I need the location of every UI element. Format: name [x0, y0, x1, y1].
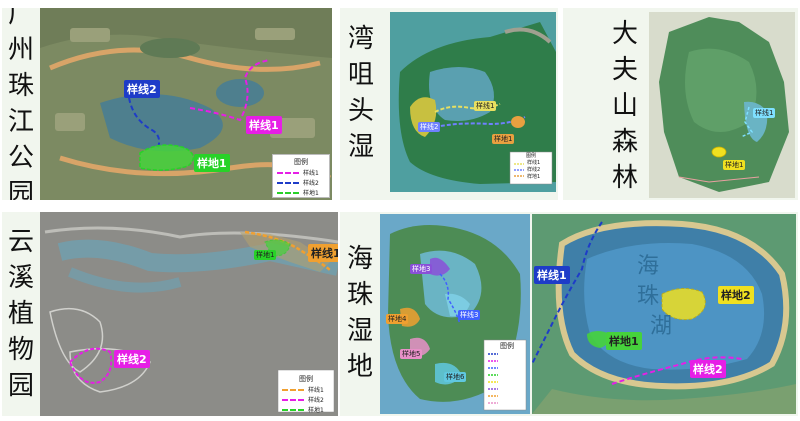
- legend-item: 样线1: [277, 168, 325, 177]
- plot1-label: 样地1: [194, 154, 230, 172]
- route1-label: 样线1: [474, 101, 497, 111]
- title-char: 大: [611, 19, 638, 49]
- title-char: 物: [7, 335, 34, 365]
- title-char: 海: [346, 244, 373, 274]
- title-char: 珠: [7, 71, 34, 101]
- plot1-label: 样地1: [606, 332, 642, 350]
- title-char: 湿: [346, 316, 373, 346]
- route1-label: 样线1: [534, 266, 570, 284]
- title-char: 珠: [346, 280, 373, 310]
- title-char: 湾: [347, 24, 374, 54]
- plot5-label: 样地5: [400, 349, 423, 359]
- wanjutou-panel: 湾 咀 头 湿 样线1 样线2 样地1 图例 样线1 样线2 样地1: [340, 8, 558, 200]
- legend-title: 图例: [299, 375, 313, 383]
- haizhu-panel: 海 珠 湿 地 样地3 样线3 样地4 样地5 样地6 图例 海 珠 湖 样线1…: [340, 212, 798, 416]
- plot6-label: 样地6: [444, 372, 467, 382]
- title-char: 广: [7, 8, 34, 29]
- dafushan-title: 大 夫 山 森 林: [605, 16, 645, 196]
- title-char: 园: [7, 371, 34, 401]
- guangzhou-legend: 图例 样线1 样线2 样地1: [272, 154, 330, 198]
- title-char: 云: [7, 227, 34, 257]
- plot1-label: 样地1: [723, 160, 746, 170]
- title-char: 江: [7, 107, 34, 137]
- guangzhou-title: 广 州 珠 江 公 园: [2, 8, 40, 200]
- legend-title: 图例: [525, 153, 536, 159]
- legend-item: 样地1: [282, 405, 330, 414]
- lake-char: 海: [636, 254, 659, 279]
- haizhu-lake-name: 海 珠 湖: [628, 252, 673, 342]
- plot3-label: 样地3: [410, 264, 433, 274]
- plot1-label: 样地1: [492, 134, 515, 144]
- route2-label: 样线2: [114, 350, 150, 368]
- legend-item: 样线2: [282, 395, 330, 404]
- route1-label: 样线1: [308, 244, 338, 262]
- plot2-label: 样地2: [718, 286, 754, 304]
- title-char: 山: [611, 91, 638, 121]
- title-char: 湿: [347, 132, 374, 162]
- lake-char: 珠: [636, 284, 659, 309]
- legend-item: 样地1: [277, 188, 325, 197]
- title-char: 森: [611, 127, 638, 157]
- title-char: 咀: [347, 60, 374, 90]
- title-char: 溪: [7, 263, 34, 293]
- route1-label: 样线1: [753, 108, 776, 118]
- title-char: 地: [346, 352, 373, 382]
- route2-label: 样线2: [418, 122, 441, 132]
- title-char: 州: [7, 35, 34, 65]
- legend-item: 样地1: [527, 174, 541, 180]
- yunxi-legend: 图例 样线1 样线2 样地1: [278, 372, 334, 414]
- plot1-label: 样地1: [254, 250, 277, 260]
- wanjutou-title: 湾 咀 头 湿: [340, 18, 382, 168]
- title-char: 园: [7, 179, 34, 200]
- title-char: 夫: [611, 55, 638, 85]
- lake-char: 湖: [650, 314, 673, 339]
- title-char: 头: [347, 96, 374, 126]
- route2-label: 样线2: [124, 80, 160, 98]
- route2-label: 样线2: [690, 360, 726, 378]
- haizhu-title: 海 珠 湿 地: [340, 238, 380, 388]
- route3-label: 样线3: [458, 310, 481, 320]
- title-char: 林: [611, 163, 638, 193]
- yunxi-panel: 云 溪 植 物 园 样线1 样地1 样线2 图例 样线1 样线2 样地1: [2, 212, 338, 416]
- legend-item: 样线2: [527, 167, 541, 173]
- legend-item: 样线2: [277, 178, 325, 187]
- route1-label: 样线1: [246, 116, 282, 134]
- title-char: 公: [7, 143, 34, 173]
- yunxi-title: 云 溪 植 物 园: [2, 212, 40, 416]
- legend-title: 图例: [294, 158, 308, 166]
- title-char: 植: [7, 299, 34, 329]
- haizhu-legend-title: 图例: [500, 342, 514, 350]
- guangzhou-panel: 广 州 珠 江 公 园 样线2 样线1 样地1 图例 样线1 样线2 样地1: [2, 8, 332, 200]
- legend-item: 样线1: [527, 160, 541, 166]
- legend-item: 样线1: [282, 385, 330, 394]
- plot4-label: 样地4: [386, 314, 409, 324]
- dafushan-map: [649, 12, 795, 198]
- dafushan-panel: 大 夫 山 森 林 样线1 样地1: [563, 8, 798, 200]
- wanjutou-legend: 图例 样线1 样线2 样地1: [510, 152, 552, 184]
